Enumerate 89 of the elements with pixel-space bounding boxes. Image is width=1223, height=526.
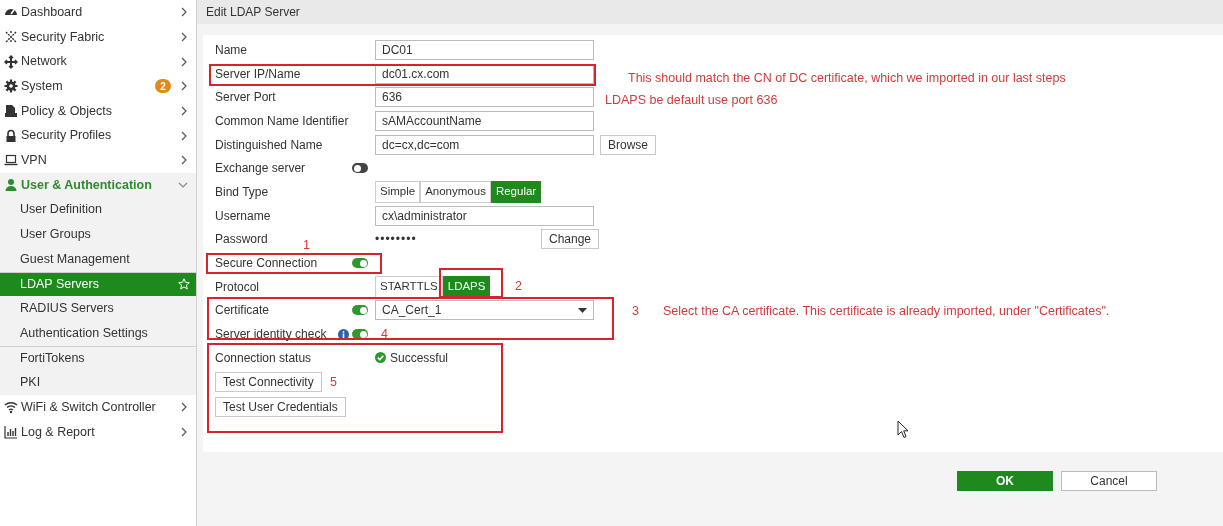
nav-subitem[interactable]: PKI (0, 370, 196, 395)
status-text: Successful (390, 349, 449, 367)
segment-button[interactable]: LDAPS (442, 275, 491, 298)
field-label: Connection status (215, 350, 312, 365)
segment-button[interactable]: STARTTLS (375, 275, 443, 298)
password-value: •••••••• (375, 231, 418, 249)
fabric-icon (4, 30, 18, 45)
chevron-right-icon (180, 106, 188, 117)
annotation-text: 3 (632, 303, 639, 320)
nav-subitem[interactable]: LDAP Servers (0, 271, 196, 297)
annotation-text: LDAPS be default use port 636 (605, 92, 778, 109)
chevron-right-icon (180, 7, 188, 18)
move-arrows-icon (4, 54, 18, 69)
mouse-cursor-icon (897, 420, 909, 439)
cancel-button[interactable]: Cancel (1061, 471, 1157, 491)
chevron-right-icon (180, 56, 188, 67)
field-label: Exchange server (215, 161, 306, 176)
star-icon (178, 278, 190, 291)
nav-item[interactable]: System 2 (0, 74, 196, 99)
nav-subitem[interactable]: Authentication Settings (0, 320, 196, 346)
wifi-icon (4, 400, 18, 415)
annotation-text: This should match the CN of DC certificate, which we imported in our last steps (628, 70, 1066, 87)
nav-item[interactable]: Security Fabric (0, 24, 196, 50)
segment-button[interactable]: Anonymous (420, 180, 491, 203)
field-label: Common Name Identifier (215, 113, 349, 128)
field-label: Password (215, 232, 268, 247)
nav-item[interactable]: Dashboard (0, 0, 196, 25)
toggle-switch[interactable] (352, 305, 368, 316)
field-label: Server Port (215, 90, 276, 105)
annotation-text: Select the CA certificate. This certificate is already imported, under "Certificates". (663, 303, 1110, 320)
chevron-right-icon (180, 130, 188, 141)
user-icon (4, 178, 18, 193)
field-label: Server IP/Name (215, 66, 301, 81)
field-label: Secure Connection (215, 256, 318, 271)
field-label: Username (215, 208, 271, 223)
segment-button[interactable]: Simple (375, 180, 421, 203)
test-button[interactable]: Test Connectivity (215, 372, 322, 393)
nav-subitem[interactable]: User Groups (0, 222, 196, 247)
gear-icon (4, 79, 18, 94)
chevron-right-icon (180, 81, 188, 92)
dropdown-caret-icon (578, 307, 587, 313)
input-field[interactable]: sAMAccountName (375, 110, 594, 131)
field-label: Distinguished Name (215, 137, 323, 152)
field-label: Server identity check (215, 327, 327, 342)
chevron-right-icon (180, 427, 188, 438)
input-field[interactable]: dc=cx,dc=com (375, 134, 594, 155)
document-icon (4, 104, 18, 119)
toggle-switch[interactable] (352, 258, 368, 269)
field-label: Protocol (215, 279, 260, 294)
notification-badge: 2 (155, 79, 171, 94)
check-circle-icon (375, 352, 386, 364)
nav-subitem[interactable]: User Definition (0, 197, 196, 223)
test-button[interactable]: Test User Credentials (215, 397, 346, 418)
toggle-switch[interactable] (352, 329, 368, 340)
annotation-text: 5 (330, 374, 337, 391)
nav-item[interactable]: Security Profiles (0, 123, 196, 149)
nav-item[interactable]: Network (0, 49, 196, 75)
annotation-text: 4 (381, 326, 388, 343)
nav-subitem[interactable]: Guest Management (0, 246, 196, 272)
chevron-down-icon (178, 181, 188, 190)
field-label: Name (215, 42, 247, 57)
toggle-switch[interactable] (352, 163, 368, 174)
input-field[interactable]: 636 (375, 87, 594, 108)
change-button[interactable]: Change (541, 229, 600, 250)
bar-chart-icon (4, 425, 18, 440)
input-field[interactable]: dc01.cx.com (375, 63, 594, 84)
chevron-right-icon (180, 402, 188, 413)
chevron-right-icon (180, 155, 188, 166)
nav-item[interactable]: VPN (0, 148, 196, 173)
field-label: Bind Type (215, 184, 269, 199)
ok-button[interactable]: OK (957, 471, 1053, 491)
annotation-text: 2 (515, 278, 522, 295)
input-field[interactable]: cx\administrator (375, 205, 594, 226)
browse-button[interactable]: Browse (600, 134, 656, 155)
chevron-right-icon (180, 32, 188, 43)
annotation-text: 1 (303, 237, 310, 254)
page-header: Edit LDAP Server (197, 0, 1223, 24)
nav-item[interactable]: Policy & Objects (0, 98, 196, 124)
nav-item[interactable]: Log & Report (0, 419, 196, 445)
nav-item[interactable]: User & Authentication (0, 172, 196, 198)
nav-item[interactable]: WiFi & Switch Controller (0, 395, 196, 420)
input-field[interactable]: DC01 (375, 39, 594, 60)
lock-icon (4, 128, 18, 143)
laptop-icon (4, 153, 18, 168)
select-field[interactable]: CA_Cert_1 (375, 300, 594, 321)
field-label: Certificate (215, 303, 270, 318)
nav-subitem[interactable]: RADIUS Servers (0, 296, 196, 321)
segment-button[interactable]: Regular (490, 180, 542, 203)
nav-subitem[interactable]: FortiTokens (0, 345, 196, 371)
